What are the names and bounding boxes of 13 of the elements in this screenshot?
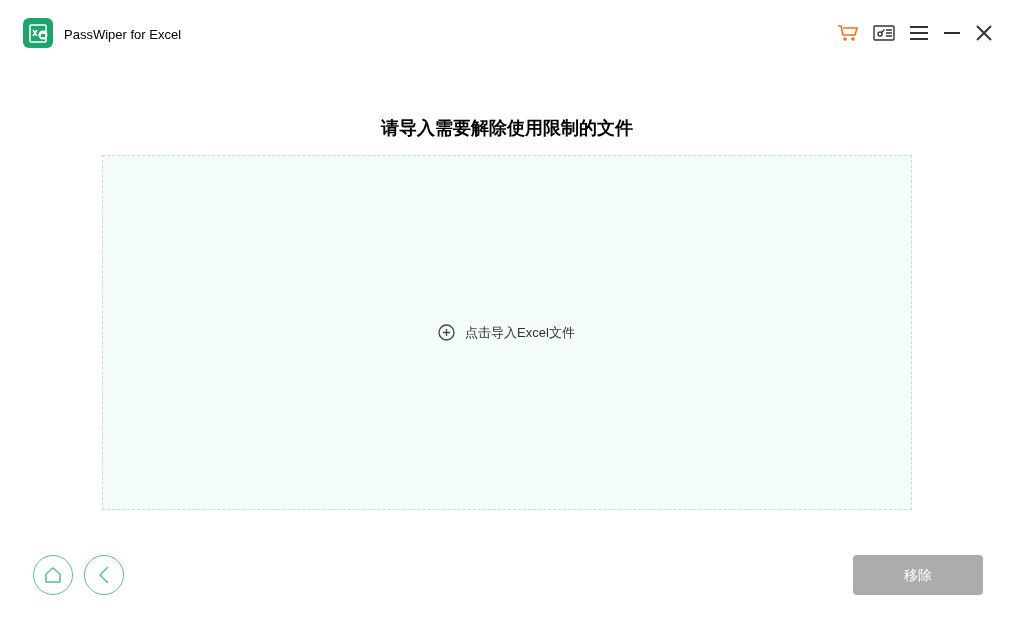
import-label: 点击导入Excel文件 <box>465 323 575 342</box>
menu-icon[interactable] <box>909 25 929 41</box>
window-title: PassWiper for Excel <box>64 26 182 45</box>
key-card-icon[interactable] <box>873 25 895 41</box>
home-icon <box>43 565 63 585</box>
minimize-icon[interactable] <box>943 31 961 35</box>
cart-icon[interactable] <box>837 24 859 42</box>
page-heading: 请导入需要解除使用限制的文件 <box>380 117 633 140</box>
close-icon[interactable] <box>975 24 993 42</box>
file-drop-zone[interactable]: 点击导入Excel文件 <box>101 155 912 510</box>
add-icon <box>438 324 456 341</box>
chevron-left-icon <box>98 565 110 585</box>
app-logo-icon <box>23 18 53 48</box>
